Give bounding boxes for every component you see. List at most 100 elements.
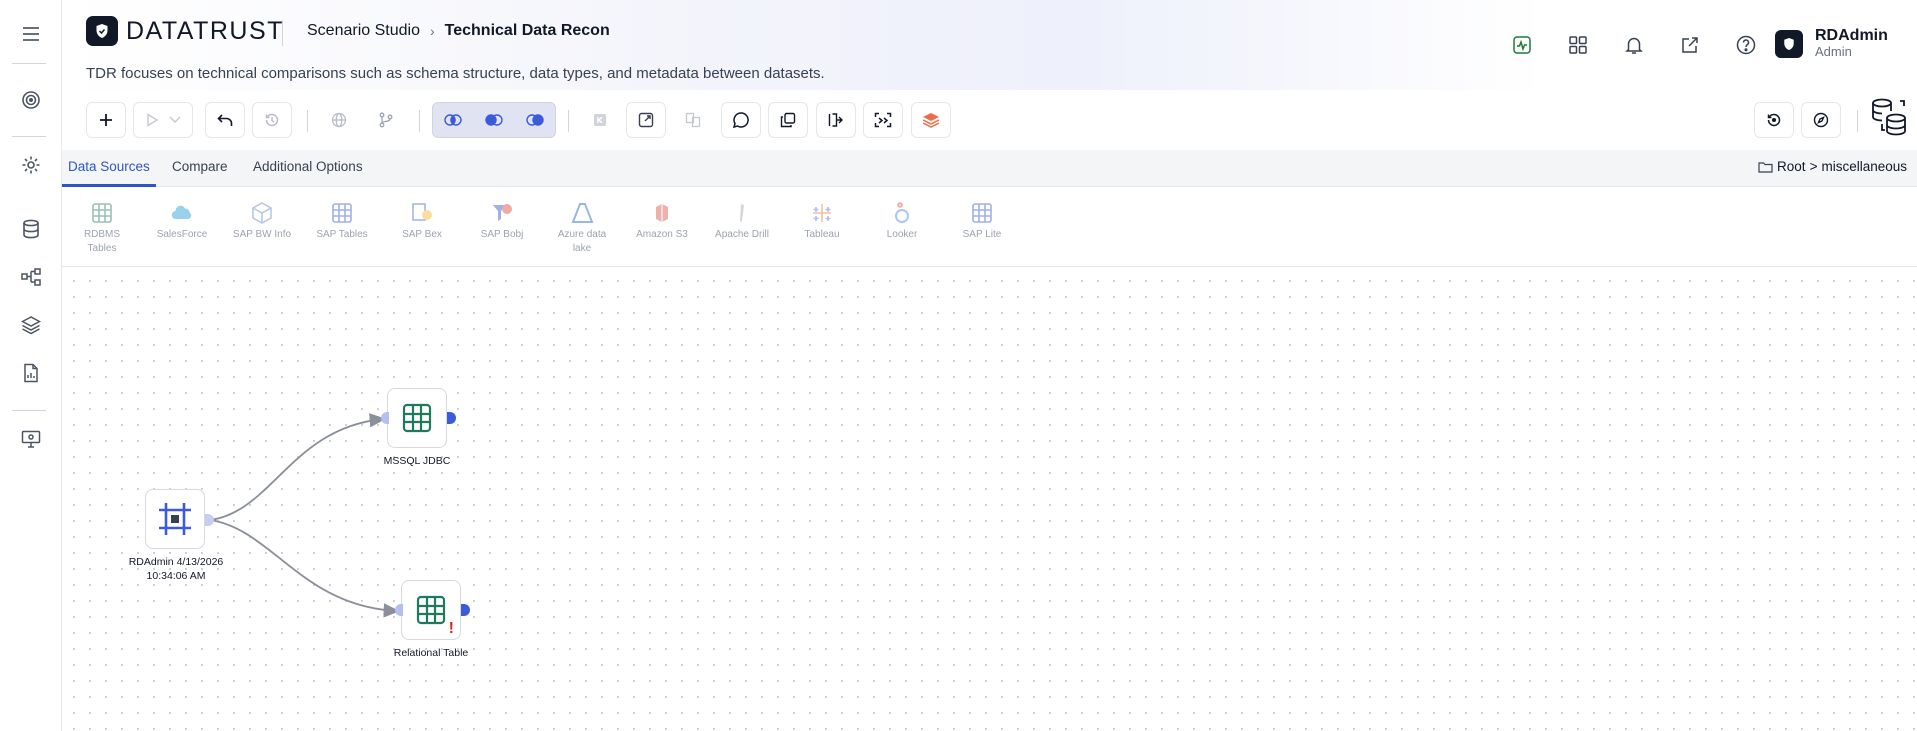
layers-icon[interactable]	[15, 309, 47, 341]
tab-additional-options[interactable]: Additional Options	[247, 150, 369, 187]
compass-icon[interactable]	[1801, 102, 1841, 138]
datasets-icon[interactable]	[1867, 94, 1911, 140]
split-icon[interactable]	[816, 102, 856, 138]
copy-icon[interactable]	[768, 102, 808, 138]
add-icon[interactable]	[86, 102, 126, 138]
globe-icon[interactable]	[319, 102, 359, 138]
bell-icon[interactable]	[1606, 32, 1662, 58]
sidebar-divider	[12, 410, 46, 411]
table-icon	[970, 201, 994, 225]
left-sidebar	[0, 0, 62, 731]
drill-icon	[730, 201, 754, 225]
palette-label: Tableau	[804, 229, 840, 240]
compare-icon[interactable]	[673, 102, 713, 138]
palette-label: SAP Bex	[402, 229, 442, 240]
header-actions	[1494, 32, 1774, 58]
tableau-icon	[810, 201, 834, 225]
tab-data-sources[interactable]: Data Sources	[62, 150, 156, 187]
apps-grid-icon[interactable]	[1550, 32, 1606, 58]
bobj-icon	[490, 201, 514, 225]
palette-sap-bex[interactable]: SAP Bex	[389, 201, 455, 242]
page-title: Technical Data Recon	[444, 22, 610, 39]
azure-icon	[570, 201, 594, 225]
page-description: TDR focuses on technical comparisons suc…	[86, 65, 825, 82]
layers-stack-icon[interactable]	[911, 102, 951, 138]
cube-icon	[250, 201, 274, 225]
table-icon	[90, 201, 114, 225]
palette-sap-lite[interactable]: SAP Lite	[949, 201, 1015, 242]
toolbar-divider	[1857, 110, 1858, 132]
report-icon[interactable]	[15, 357, 47, 389]
monitor-settings-icon[interactable]	[15, 423, 47, 455]
palette-apache-drill[interactable]: Apache Drill	[709, 201, 775, 242]
palette-looker[interactable]: Looker	[869, 201, 935, 242]
lineage-icon[interactable]	[15, 261, 47, 293]
toolbar-divider	[307, 110, 308, 132]
source-node-label: RDAdmin 4/13/2026 10:34:06 AM	[128, 556, 224, 582]
folder-icon	[1758, 161, 1773, 173]
run-button[interactable]	[133, 102, 193, 138]
relational-table-node[interactable]: !	[401, 580, 461, 640]
table-icon	[330, 201, 354, 225]
scan-icon[interactable]	[863, 102, 903, 138]
tab-bar: Data Sources Compare Additional Options …	[62, 150, 1917, 187]
bex-icon	[410, 201, 434, 225]
external-link-icon[interactable]	[1662, 32, 1718, 58]
user-menu[interactable]: RDAdmin Admin	[1775, 28, 1888, 60]
palette-sap-bobj[interactable]: SAP Bobj	[469, 201, 535, 242]
history-icon[interactable]	[252, 102, 292, 138]
activity-icon[interactable]	[1494, 32, 1550, 58]
tab-compare[interactable]: Compare	[166, 150, 234, 187]
run-icon	[145, 113, 159, 127]
target-icon[interactable]	[15, 84, 47, 116]
join-right-icon[interactable]	[514, 103, 555, 137]
warning-icon[interactable]: !	[449, 621, 454, 637]
workflow-canvas[interactable]: RDAdmin 4/13/2026 10:34:06 AM MSSQL JDBC…	[62, 267, 1917, 731]
cloud-icon	[170, 201, 194, 225]
palette-label: Azure data lake	[557, 229, 607, 254]
source-node[interactable]	[145, 489, 205, 549]
palette-azure-data-lake[interactable]: Azure data lake	[549, 201, 615, 256]
breadcrumb-scenario-studio[interactable]: Scenario Studio	[307, 22, 420, 40]
export-icon[interactable]	[626, 102, 666, 138]
s3-icon	[650, 201, 674, 225]
palette-salesforce[interactable]: SalesForce	[149, 201, 215, 242]
palette-amazon-s3[interactable]: Amazon S3	[629, 201, 695, 242]
palette-sap-bw-info[interactable]: SAP BW Info	[229, 201, 295, 242]
dropdown-icon[interactable]	[169, 116, 181, 124]
toolbar	[62, 90, 1917, 150]
undo-icon[interactable]	[205, 102, 245, 138]
comment-icon[interactable]	[721, 102, 761, 138]
header-divider	[282, 20, 283, 46]
brand-logo[interactable]: DATATRUST	[86, 16, 284, 46]
path-root[interactable]: Root	[1777, 159, 1806, 174]
path-folder[interactable]: miscellaneous	[1821, 159, 1907, 174]
palette-label: Apache Drill	[715, 229, 769, 240]
palette-label: SAP Bobj	[480, 229, 524, 240]
join-left-icon[interactable]	[474, 103, 515, 137]
mssql-input-port[interactable]	[381, 412, 389, 424]
gear-icon[interactable]	[15, 149, 47, 181]
folder-path[interactable]: Root > miscellaneous	[1758, 159, 1907, 174]
relational-input-port[interactable]	[395, 604, 403, 616]
skip-icon[interactable]	[580, 102, 620, 138]
mssql-node[interactable]	[387, 388, 447, 448]
branch-icon[interactable]	[366, 102, 406, 138]
palette-rdbms-tables[interactable]: RDBMS Tables	[69, 201, 135, 256]
data-source-palette: RDBMS Tables SalesForce SAP BW Info SAP …	[62, 187, 1917, 267]
restore-icon[interactable]	[1754, 102, 1794, 138]
avatar	[1775, 30, 1803, 58]
menu-icon[interactable]	[15, 18, 47, 50]
database-icon[interactable]	[15, 213, 47, 245]
table-icon	[415, 594, 447, 626]
table-icon	[401, 402, 433, 434]
palette-label: SAP Tables	[316, 229, 368, 240]
help-icon[interactable]	[1718, 32, 1774, 58]
palette-label: Looker	[886, 229, 918, 240]
breadcrumb: Scenario Studio › Technical Data Recon	[307, 22, 610, 40]
palette-sap-tables[interactable]: SAP Tables	[309, 201, 375, 242]
join-inner-icon[interactable]	[433, 103, 474, 137]
palette-tableau[interactable]: Tableau	[789, 201, 855, 242]
edge-source-to-mssql[interactable]	[209, 413, 386, 521]
mssql-node-label: MSSQL JDBC	[383, 455, 451, 467]
